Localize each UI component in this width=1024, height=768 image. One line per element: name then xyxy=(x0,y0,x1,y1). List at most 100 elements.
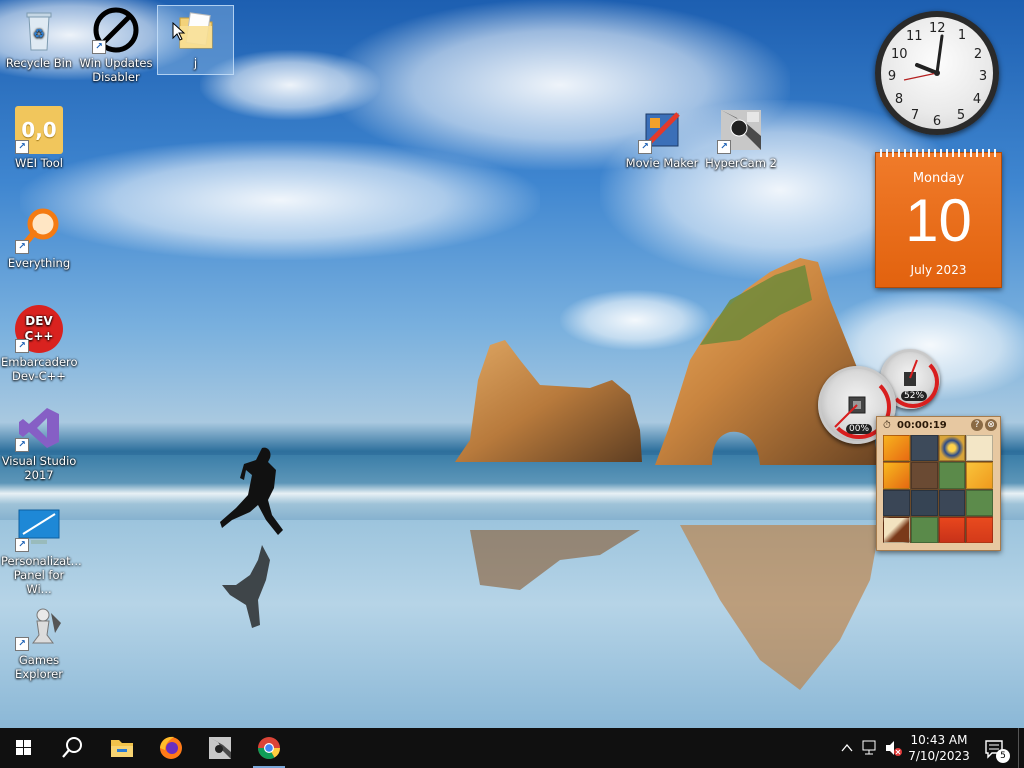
folder-icon xyxy=(111,740,133,757)
chrome-icon xyxy=(258,737,280,759)
shortcut-arrow-icon: ↗ xyxy=(717,140,731,154)
puzzle-close-button[interactable]: ⊗ xyxy=(985,419,997,431)
win-updates-disabler-icon-item[interactable]: ↗ Win Updates Disabler xyxy=(78,6,154,84)
wei-tool-icon: 0,0 ↗ xyxy=(15,106,63,154)
puzzle-tile[interactable] xyxy=(966,435,993,462)
network-tray-button[interactable] xyxy=(860,728,880,768)
shortcut-arrow-icon: ↗ xyxy=(15,140,29,154)
file-explorer-button[interactable] xyxy=(98,728,146,768)
action-center-button[interactable]: 5 xyxy=(980,728,1010,768)
magnifier-icon: ↗ xyxy=(15,206,63,254)
puzzle-tile[interactable] xyxy=(966,489,993,516)
hypercam-icon xyxy=(209,737,231,759)
personalization-panel-icon: ↗ xyxy=(15,504,63,552)
taskbar-date: 7/10/2023 xyxy=(908,749,970,763)
icon-label: HyperCam 2 xyxy=(705,156,777,170)
recycle-bin-icon-item[interactable]: ♻ Recycle Bin xyxy=(1,6,77,70)
visual-studio-icon-item[interactable]: ↗ Visual Studio 2017 xyxy=(1,404,77,482)
volume-tray-button[interactable] xyxy=(882,728,904,768)
notification-count-badge: 5 xyxy=(996,749,1010,763)
shortcut-arrow-icon: ↗ xyxy=(15,538,29,552)
icon-label: Win Updates Disabler xyxy=(79,56,153,84)
puzzle-clock-icon: ⏱ xyxy=(883,420,891,431)
taskbar-time: 10:43 AM xyxy=(910,733,968,747)
puzzle-tile[interactable] xyxy=(910,489,938,516)
puzzle-tile[interactable] xyxy=(938,435,966,462)
shortcut-arrow-icon: ↗ xyxy=(15,339,29,353)
puzzle-tile[interactable] xyxy=(910,516,938,543)
puzzle-grid xyxy=(883,435,993,543)
shortcut-arrow-icon: ↗ xyxy=(15,637,29,651)
icon-label: Personalizat... Panel for Wi... xyxy=(1,554,82,596)
puzzle-tile[interactable] xyxy=(910,462,938,489)
chess-piece-icon: ↗ xyxy=(15,603,63,651)
svg-text:♻: ♻ xyxy=(33,27,45,42)
calendar-gadget[interactable]: Monday 10 July 2023 xyxy=(875,149,1002,288)
firefox-icon xyxy=(160,736,182,759)
icon-label: WEI Tool xyxy=(14,156,64,170)
shortcut-arrow-icon: ↗ xyxy=(92,40,106,54)
hypercam-icon: ↗ xyxy=(717,106,765,154)
clock-hands xyxy=(903,34,944,81)
folder-j-icon-item[interactable]: j xyxy=(157,5,234,75)
start-button[interactable] xyxy=(0,728,48,768)
puzzle-tile[interactable] xyxy=(883,489,910,516)
calendar-date: 10 xyxy=(905,187,972,254)
puzzle-tile[interactable] xyxy=(910,435,938,462)
icon-label: Visual Studio 2017 xyxy=(1,454,77,482)
chrome-button[interactable] xyxy=(245,728,293,768)
prohibited-icon: ↗ xyxy=(92,6,140,54)
puzzle-toolbar: ⏱ 00:00:19 ? ⊗ xyxy=(881,419,997,433)
clock-gadget[interactable]: 12 1 2 3 4 5 6 7 8 9 10 11 xyxy=(875,11,999,135)
show-desktop-button[interactable] xyxy=(1018,728,1024,768)
movie-maker-icon-item[interactable]: ↗ Movie Maker xyxy=(624,106,700,170)
network-icon xyxy=(862,740,876,755)
chevron-up-icon xyxy=(841,743,853,752)
puzzle-tile[interactable] xyxy=(883,435,910,462)
puzzle-tile[interactable] xyxy=(966,516,993,543)
shortcut-arrow-icon: ↗ xyxy=(638,140,652,154)
windows-logo-icon xyxy=(16,740,31,755)
firefox-button[interactable] xyxy=(147,728,195,768)
puzzle-tile[interactable] xyxy=(883,462,910,489)
desktop-wallpaper xyxy=(0,0,1024,728)
puzzle-help-button[interactable]: ? xyxy=(971,419,983,431)
icon-label: Recycle Bin xyxy=(5,56,73,70)
movie-maker-icon: ↗ xyxy=(638,106,686,154)
cpu-percent: 00% xyxy=(846,424,873,434)
visual-studio-icon: ↗ xyxy=(15,404,63,452)
puzzle-tile[interactable] xyxy=(966,462,993,489)
hypercam-taskbar-button[interactable] xyxy=(196,728,244,768)
hypercam-icon-item[interactable]: ↗ HyperCam 2 xyxy=(703,106,779,170)
puzzle-tile[interactable] xyxy=(938,516,966,543)
taskbar-clock[interactable]: 10:43 AM 7/10/2023 xyxy=(903,732,975,764)
wei-tool-icon-item[interactable]: 0,0 ↗ WEI Tool xyxy=(1,106,77,170)
games-explorer-icon-item[interactable]: ↗ Games Explorer xyxy=(1,603,77,681)
wei-glyph-text: 0,0 xyxy=(21,118,57,142)
show-hidden-icons-button[interactable] xyxy=(838,728,856,768)
search-button[interactable] xyxy=(48,728,96,768)
puzzle-tile[interactable] xyxy=(938,462,966,489)
calendar-month-year: July 2023 xyxy=(910,263,967,277)
icon-label: Embarcadero Dev-C++ xyxy=(1,355,78,383)
personalization-panel-icon-item[interactable]: ↗ Personalizat... Panel for Wi... xyxy=(1,504,82,596)
small-rock xyxy=(455,340,642,462)
taskbar: 10:43 AM 7/10/2023 5 xyxy=(0,728,1024,768)
devcpp-icon-item[interactable]: DEV C++ ↗ Embarcadero Dev-C++ xyxy=(1,305,78,383)
devcpp-icon: DEV C++ ↗ xyxy=(15,305,63,353)
puzzle-tile[interactable] xyxy=(938,489,966,516)
rock-formations xyxy=(220,258,880,690)
shortcut-arrow-icon: ↗ xyxy=(15,240,29,254)
shortcut-arrow-icon: ↗ xyxy=(15,438,29,452)
calendar-weekday: Monday xyxy=(912,171,965,186)
calendar-rings xyxy=(880,149,997,157)
everything-icon-item[interactable]: ↗ Everything xyxy=(1,206,77,270)
icon-label: j xyxy=(193,56,198,70)
picture-puzzle-gadget[interactable]: ⏱ 00:00:19 ? ⊗ xyxy=(876,416,1001,551)
memory-percent: 52% xyxy=(901,391,928,401)
runner-silhouette xyxy=(220,447,283,535)
puzzle-tile[interactable] xyxy=(883,516,910,543)
icon-label: Everything xyxy=(7,256,71,270)
volume-muted-icon xyxy=(886,741,902,756)
search-icon xyxy=(62,737,82,758)
